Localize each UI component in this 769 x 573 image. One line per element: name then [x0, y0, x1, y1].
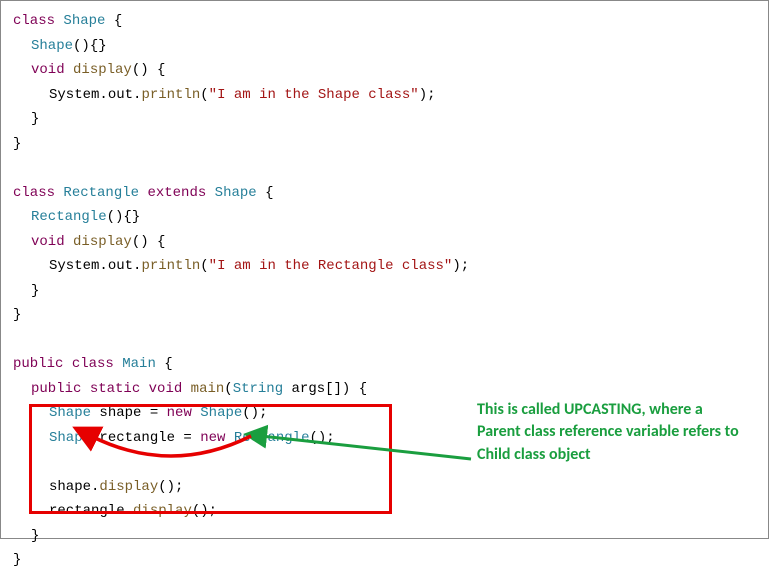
code-line: void display() {	[13, 230, 756, 255]
code-line: void display() {	[13, 58, 756, 83]
code-line: System.out.println("I am in the Rectangl…	[13, 254, 756, 279]
code-line: }	[13, 548, 756, 573]
code-line: shape.display();	[13, 475, 756, 500]
code-line: }	[13, 279, 756, 304]
code-line: }	[13, 303, 756, 328]
blank-line	[13, 156, 756, 181]
code-line: Rectangle(){}	[13, 205, 756, 230]
code-line: public static void main(String args[]) {	[13, 377, 756, 402]
annotation-text: This is called UPCASTING, where a Parent…	[477, 399, 749, 466]
code-line: System.out.println("I am in the Shape cl…	[13, 83, 756, 108]
code-line: public class Main {	[13, 352, 756, 377]
code-line: rectangle.display();	[13, 499, 756, 524]
code-block: class Shape { Shape(){} void display() {…	[13, 9, 756, 573]
code-line: Shape(){}	[13, 34, 756, 59]
code-line: }	[13, 132, 756, 157]
code-line: }	[13, 524, 756, 549]
code-line: class Shape {	[13, 9, 756, 34]
code-line: }	[13, 107, 756, 132]
blank-line	[13, 328, 756, 353]
code-line: class Rectangle extends Shape {	[13, 181, 756, 206]
